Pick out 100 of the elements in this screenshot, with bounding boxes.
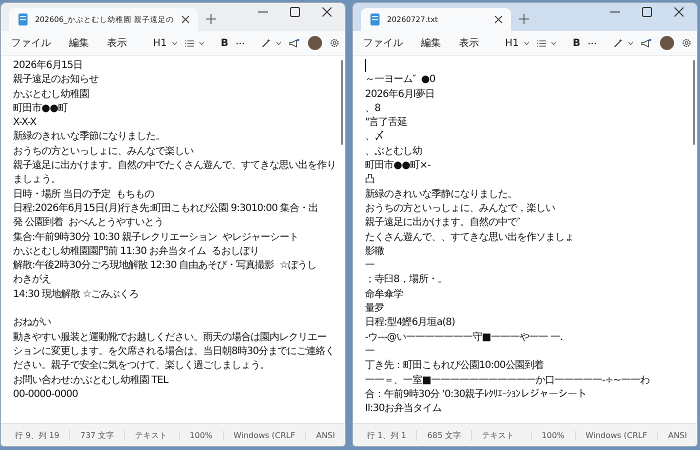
more-icon[interactable] <box>588 42 597 44</box>
scrollbar-thumb[interactable] <box>693 60 695 145</box>
text-line: わきがえ <box>13 273 52 288</box>
text-line: かぶとむし幼稚園 <box>13 88 90 102</box>
status-item: 行 9、列 19 <box>15 430 60 440</box>
text-line: 、8 <box>365 102 382 116</box>
text-line: 日程:型4鰹6月垣a(8) <box>365 316 456 330</box>
pen-sparkle-icon[interactable] <box>260 37 271 49</box>
avatar[interactable] <box>308 36 322 50</box>
text-cursor <box>365 59 366 72</box>
heading-button[interactable]: H1 <box>505 38 519 48</box>
text-line: 一 <box>365 344 376 359</box>
text-line: 14:30 現地解散 ☆ごみぶくろ <box>13 288 140 302</box>
menu-item[interactable]: ファイル <box>363 36 403 50</box>
text-line: 丁き先：町田こもれび公園10:00公園到着 <box>365 359 544 374</box>
text-line: おねがい <box>13 316 52 330</box>
text-line: 親子遠足に出かけます。自然の中でたくさん遊んで、すてきな思い出を作り <box>13 159 337 174</box>
status-item: 685 文字 <box>416 430 472 440</box>
text-line: ださい。親子で安全に気をつけて、楽しく過ごしましょう。 <box>13 359 270 374</box>
text-line: 発 公園到着 おべんとうやすいとう <box>13 216 165 230</box>
status-item: ANSI <box>657 430 697 440</box>
status-item: Windows (CRLF <box>222 430 306 440</box>
menu-item[interactable]: 表示 <box>459 36 479 50</box>
settings-icon[interactable] <box>330 37 339 49</box>
bold-button[interactable]: B <box>220 38 228 48</box>
text-line: 日時・場所 当日の予定 もちもの <box>13 188 156 202</box>
text-line: 動きやすい服装と運動靴でお越しください。雨天の場合は園内レクリエー <box>13 330 328 345</box>
text-line: ～一ヨーム″ ●0 <box>365 73 436 88</box>
megaphone-icon[interactable] <box>641 36 652 50</box>
status-item: 737 文字 <box>69 430 124 440</box>
text-line: 親子遠足に出かけます。自然の中で″ <box>365 216 522 230</box>
text-line: 親子遠足のお知らせ <box>13 73 100 88</box>
more-icon[interactable] <box>236 42 245 44</box>
list-icon[interactable] <box>537 38 546 48</box>
close-icon[interactable] <box>322 7 332 17</box>
text-line: 新緑のきれいな季節になりました。 <box>13 130 166 144</box>
notepad-icon <box>18 13 28 26</box>
text-line: 集合:午前9時30分 10:30 親子レクリエーション やレジャーシート <box>13 230 300 245</box>
chevron-icon <box>551 40 557 46</box>
new-tab-icon[interactable] <box>206 14 216 24</box>
text-line: 、ぶとむし幼 <box>365 144 423 159</box>
text-line: 新緑のきれいな季静になりました。 <box>365 188 518 202</box>
text-line: 量夛 <box>365 302 386 316</box>
new-tab-icon[interactable] <box>519 14 529 24</box>
text-line: おうちの方といっしょに、みんなで，楽しい <box>365 202 556 216</box>
status-item: Windows (CRLF <box>574 430 658 440</box>
text-line: 一 <box>365 259 376 274</box>
menu-item[interactable]: 表示 <box>107 36 127 50</box>
notepad-icon <box>370 13 380 26</box>
text-line: ；寺臼8，場所・。 <box>365 273 448 288</box>
status-item: 行 1、列 1 <box>367 430 408 440</box>
close-tab-icon[interactable] <box>180 15 190 24</box>
text-line: かぶとむし幼稚園園門前 11:30 お弁当タイム るおしぼり <box>13 244 260 259</box>
text-line: -ウ---@い一一一一一一一守■一一一や一一 一. <box>365 330 564 345</box>
text-line: 一一＝、一室■一一一一一一一一一一一か口一一一一一-÷~一一わ <box>365 374 650 388</box>
status-item: ANSI <box>305 430 345 440</box>
chevron-icon <box>276 40 282 46</box>
bold-button[interactable]: B <box>572 38 580 48</box>
text-line: 合：午前9時30分 '0:30親子ﾚｸﾘｴｰｼｮﾝレジャーシート <box>365 388 588 402</box>
menu-item[interactable]: ファイル <box>11 36 51 50</box>
text-line: "言了舌延 <box>365 116 408 130</box>
text-line: 影轍 <box>365 244 385 259</box>
status-item: 100% <box>530 430 575 440</box>
close-tab-icon[interactable] <box>494 15 503 24</box>
menu-item[interactable]: 編集 <box>421 36 441 50</box>
chevron-icon <box>524 40 530 46</box>
text-line: 凸 <box>365 173 376 188</box>
status-item: テキスト <box>124 430 179 440</box>
text-line: 解散:午後2時30分ごろ現地解散 12:30 自由あそび・写真撮影 ☆ぼうし <box>13 259 318 274</box>
text-line: 、〆 <box>365 130 385 144</box>
close-icon[interactable] <box>674 7 684 17</box>
text-line: ましょう。 <box>13 173 62 188</box>
text-line: ションに変更します。を欠席される場合は、当日朝8時30分までにご連絡く <box>13 344 336 359</box>
maximize-icon[interactable] <box>290 7 300 17</box>
status-item: テキスト <box>471 430 531 440</box>
text-line: お問い合わせ:かぶとむし幼稚園 TEL <box>13 374 170 388</box>
chevron-icon <box>199 40 205 46</box>
scrollbar-thumb[interactable] <box>341 60 343 145</box>
text-line: 日程:2026年6月15日(月)行き先:町田こもれび公園 9:3010:00 集合・出 <box>13 202 320 216</box>
settings-icon[interactable] <box>682 37 691 49</box>
text-line: II:30お弁当タイム <box>365 402 442 416</box>
avatar[interactable] <box>660 36 674 50</box>
chevron-icon <box>628 40 634 46</box>
text-line: おうちの方といっしょに、みんなで楽しい <box>13 144 194 159</box>
maximize-icon[interactable] <box>642 7 652 17</box>
list-icon[interactable] <box>185 38 194 48</box>
text-line: 2026年6月15日 <box>13 59 84 73</box>
heading-button[interactable]: H1 <box>153 38 167 48</box>
text-line: 00-0000-0000 <box>13 388 79 402</box>
text-line: 町田市●●町×- <box>365 159 432 174</box>
chevron-icon <box>172 40 178 46</box>
megaphone-icon[interactable] <box>289 36 300 50</box>
pen-sparkle-icon[interactable] <box>612 37 623 49</box>
text-line: 町田市●●町 <box>13 102 69 116</box>
text-line: 2026年6月l夢日 <box>365 88 436 102</box>
text-line: X-X-X <box>13 116 38 130</box>
menu-item[interactable]: 編集 <box>69 36 89 50</box>
text-line: たくさん遊んで、、すてきな思い出を作ソましょ <box>365 230 575 245</box>
text-line: 命牟傘学 <box>365 288 404 302</box>
status-item: 100% <box>178 430 223 440</box>
